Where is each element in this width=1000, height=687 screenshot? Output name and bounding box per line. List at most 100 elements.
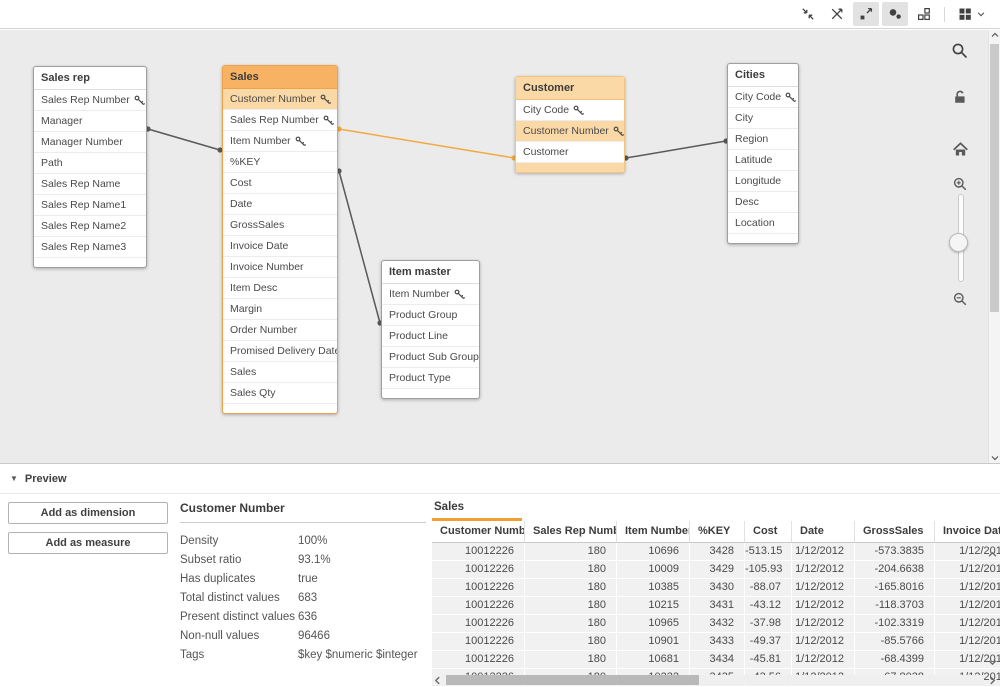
- table-field[interactable]: Margin: [223, 299, 337, 320]
- table-field[interactable]: Sales Rep Name2: [34, 216, 146, 237]
- zoom-slider-thumb[interactable]: [949, 233, 968, 252]
- collapse-all-icon[interactable]: [795, 2, 821, 26]
- zoom-out-icon[interactable]: [948, 291, 972, 307]
- table-title[interactable]: Item master: [382, 261, 479, 284]
- table-field[interactable]: Sales Rep Number: [34, 90, 146, 111]
- table-field[interactable]: Latitude: [728, 150, 798, 171]
- table-field[interactable]: Sales Rep Name: [34, 174, 146, 195]
- table-field[interactable]: GrossSales: [223, 215, 337, 236]
- connector-customer-cities[interactable]: [623, 138, 728, 160]
- table-scroll-down-icon[interactable]: [988, 659, 997, 666]
- table-field[interactable]: Path: [34, 153, 146, 174]
- column-header[interactable]: Customer Number: [432, 521, 525, 542]
- bubbles-view-icon[interactable]: [882, 2, 908, 26]
- table-field[interactable]: %KEY: [223, 152, 337, 173]
- table-field[interactable]: Customer: [516, 142, 624, 163]
- scroll-down-icon[interactable]: [990, 455, 999, 461]
- model-table-sales-rep[interactable]: Sales repSales Rep NumberManagerManager …: [33, 66, 147, 268]
- key-icon: [323, 115, 334, 126]
- column-header[interactable]: GrossSales: [855, 521, 935, 542]
- table-scroll-right-icon[interactable]: [989, 676, 996, 685]
- table-field[interactable]: Customer Number: [223, 89, 337, 110]
- table-field[interactable]: Item Desc: [223, 278, 337, 299]
- table-field[interactable]: Location: [728, 213, 798, 234]
- table-field[interactable]: City Code: [516, 100, 624, 121]
- canvas-scroll-thumb[interactable]: [990, 44, 999, 312]
- table-field[interactable]: Item Number: [382, 284, 479, 305]
- table-title[interactable]: Customer: [516, 77, 624, 100]
- table-field[interactable]: Order Number: [223, 320, 337, 341]
- column-header[interactable]: %KEY: [690, 521, 745, 542]
- table-scroll-left-icon[interactable]: [434, 676, 441, 685]
- field-label: Product Group: [389, 305, 457, 325]
- table-title[interactable]: Sales: [223, 66, 337, 89]
- table-field[interactable]: Sales Rep Name3: [34, 237, 146, 258]
- table-field[interactable]: Manager Number: [34, 132, 146, 153]
- table-field[interactable]: Product Type: [382, 368, 479, 389]
- column-header[interactable]: Cost: [745, 521, 792, 542]
- add-as-measure-button[interactable]: Add as measure: [8, 532, 168, 554]
- scroll-up-icon[interactable]: [990, 32, 999, 38]
- model-table-customer[interactable]: CustomerCity CodeCustomer NumberCustomer: [515, 76, 625, 173]
- home-icon[interactable]: [948, 141, 972, 158]
- table-row[interactable]: 10012226180109013433-49.371/12/2012-85.5…: [432, 633, 1000, 651]
- table-field[interactable]: City Code: [728, 87, 798, 108]
- connector-sales-customer[interactable]: [336, 126, 516, 160]
- field-label: City Code: [523, 100, 569, 120]
- column-header[interactable]: Date: [792, 521, 855, 542]
- table-field[interactable]: Sales Rep Name1: [34, 195, 146, 216]
- table-row[interactable]: 10012226180106813434-45.811/12/2012-68.4…: [432, 651, 1000, 669]
- lock-open-icon[interactable]: [948, 89, 972, 105]
- expand-all-icon[interactable]: [853, 2, 879, 26]
- table-field[interactable]: Region: [728, 129, 798, 150]
- field-label: Sales Rep Name: [41, 174, 120, 194]
- table-title[interactable]: Sales rep: [34, 67, 146, 90]
- table-tab-sales[interactable]: Sales: [432, 494, 522, 521]
- table-field[interactable]: Date: [223, 194, 337, 215]
- table-field[interactable]: Invoice Number: [223, 257, 337, 278]
- layout-icon[interactable]: [911, 2, 937, 26]
- grid-view-icon[interactable]: [952, 2, 990, 26]
- table-field[interactable]: Sales Qty: [223, 383, 337, 404]
- model-table-item-master[interactable]: Item masterItem NumberProduct GroupProdu…: [381, 260, 480, 399]
- table-cell: -118.3703: [855, 597, 934, 614]
- table-field[interactable]: Cost: [223, 173, 337, 194]
- model-canvas[interactable]: Sales repSales Rep NumberManagerManager …: [0, 30, 1000, 463]
- table-field[interactable]: Sales: [223, 362, 337, 383]
- add-as-dimension-button[interactable]: Add as dimension: [8, 502, 168, 524]
- table-row[interactable]: 10012226180103853430-88.071/12/2012-165.…: [432, 579, 1000, 597]
- table-field[interactable]: Sales Rep Number: [223, 110, 337, 131]
- table-row[interactable]: 10012226180102153431-43.121/12/2012-118.…: [432, 597, 1000, 615]
- zoom-in-icon[interactable]: [948, 176, 972, 192]
- preview-header[interactable]: ▼ Preview: [0, 464, 1000, 494]
- column-header[interactable]: Item Number: [617, 521, 690, 542]
- table-field[interactable]: Invoice Date: [223, 236, 337, 257]
- table-field[interactable]: Customer Number: [516, 121, 624, 142]
- search-icon[interactable]: [948, 42, 972, 60]
- canvas-vertical-scrollbar[interactable]: [988, 30, 1000, 463]
- table-field[interactable]: City: [728, 108, 798, 129]
- table-row[interactable]: 10012226180100093429-105.931/12/2012-204…: [432, 561, 1000, 579]
- unlink-icon[interactable]: [824, 2, 850, 26]
- table-field[interactable]: Longitude: [728, 171, 798, 192]
- table-field[interactable]: Product Line: [382, 326, 479, 347]
- table-scroll-up-icon[interactable]: [988, 551, 997, 558]
- stat-label: Subset ratio: [180, 551, 298, 570]
- column-header[interactable]: Invoice Date: [935, 521, 1000, 542]
- table-field[interactable]: Manager: [34, 111, 146, 132]
- table-hscroll-thumb[interactable]: [446, 675, 699, 685]
- table-title[interactable]: Cities: [728, 64, 798, 87]
- table-field[interactable]: Desc: [728, 192, 798, 213]
- connector-sales-itemmaster[interactable]: [336, 168, 382, 325]
- table-field[interactable]: Product Group: [382, 305, 479, 326]
- table-row[interactable]: 10012226180109653432-37.981/12/2012-102.…: [432, 615, 1000, 633]
- table-field[interactable]: Promised Delivery Date: [223, 341, 337, 362]
- table-row[interactable]: 10012226180106963428-513.151/12/2012-573…: [432, 543, 1000, 561]
- column-header[interactable]: Sales Rep Number: [525, 521, 617, 542]
- table-field[interactable]: Item Number: [223, 131, 337, 152]
- table-horizontal-scrollbar[interactable]: [446, 675, 984, 685]
- model-table-cities[interactable]: CitiesCity CodeCityRegionLatitudeLongitu…: [727, 63, 799, 244]
- connector-salesrep-sales[interactable]: [145, 126, 222, 152]
- table-field[interactable]: Product Sub Group: [382, 347, 479, 368]
- model-table-sales[interactable]: SalesCustomer NumberSales Rep NumberItem…: [222, 65, 338, 414]
